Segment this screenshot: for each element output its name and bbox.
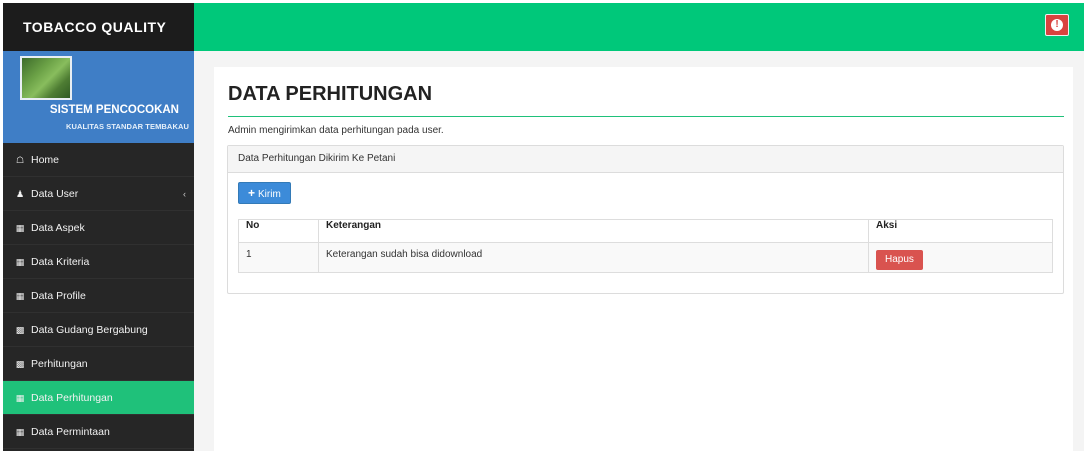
table-icon: ▦: [15, 257, 25, 267]
top-bar: !: [194, 3, 1084, 51]
sidebar-item-label: Data User: [31, 188, 79, 200]
page-title: DATA PERHITUNGAN: [228, 83, 433, 105]
data-panel: Data Perhitungan Dikirim Ke Petani + Kiri…: [227, 145, 1064, 294]
profile-panel: SISTEM PENCOCOKAN KUALITAS STANDAR TEMBA…: [3, 51, 194, 143]
sidebar-item-data-profile[interactable]: ▦ Data Profile: [3, 279, 194, 313]
exclamation-icon: !: [1051, 19, 1063, 31]
calculator-icon: ▩: [15, 359, 25, 369]
chevron-left-icon: ‹: [183, 189, 186, 199]
panel-heading: Data Perhitungan Dikirim Ke Petani: [228, 146, 1063, 173]
alert-button[interactable]: !: [1045, 14, 1069, 36]
sidebar-nav: ☖ Home ♟ Data User ‹ ▦ Data Aspek ▦ Data Kri…: [3, 143, 194, 449]
main-content: DATA PERHITUNGAN Admin mengirimkan data …: [214, 67, 1073, 451]
sidebar-item-perhitungan[interactable]: ▩ Perhitungan: [3, 347, 194, 381]
cell-keterangan: Keterangan sudah bisa didownload: [318, 242, 869, 273]
sidebar-item-label: Data Gudang Bergabung: [31, 324, 148, 336]
page-subtitle: Admin mengirimkan data perhitungan pada …: [228, 125, 444, 136]
cell-no: 1: [238, 242, 319, 273]
table-icon: ▦: [15, 427, 25, 437]
hapus-button[interactable]: Hapus: [876, 250, 923, 270]
cell-aksi: Hapus: [868, 242, 1053, 273]
table-row: 1 Keterangan sudah bisa didownload Hapus: [238, 242, 1053, 273]
brand-title: TOBACCO QUALITY: [3, 3, 194, 51]
sidebar-item-data-aspek[interactable]: ▦ Data Aspek: [3, 211, 194, 245]
sidebar-item-label: Data Perhitungan: [31, 392, 113, 404]
table-icon: ▦: [15, 393, 25, 403]
column-header-no: No: [238, 219, 319, 243]
user-icon: ♟: [15, 189, 25, 199]
sidebar-item-label: Data Aspek: [31, 222, 85, 234]
kirim-button[interactable]: + Kirim: [238, 182, 291, 204]
sidebar-item-label: Data Kriteria: [31, 256, 90, 268]
sidebar-item-home[interactable]: ☖ Home: [3, 143, 194, 177]
sidebar-item-label: Data Profile: [31, 290, 86, 302]
plus-icon: +: [248, 186, 256, 200]
sidebar-item-data-perhitungan[interactable]: ▦ Data Perhitungan: [3, 381, 194, 415]
profile-subtitle: KUALITAS STANDAR TEMBAKAU: [65, 122, 189, 131]
sidebar-item-data-kriteria[interactable]: ▦ Data Kriteria: [3, 245, 194, 279]
data-table: No Keterangan Aksi 1 Keterangan sudah bi…: [238, 219, 1053, 273]
calculator-icon: ▩: [15, 325, 25, 335]
sidebar-item-label: Home: [31, 154, 60, 166]
column-header-aksi: Aksi: [868, 219, 1053, 243]
app-window: TOBACCO QUALITY SISTEM PENCOCOKAN KUALIT…: [3, 3, 1084, 451]
title-divider: [228, 116, 1064, 117]
sidebar-item-data-user[interactable]: ♟ Data User ‹: [3, 177, 194, 211]
sidebar-item-label: Data Permintaan: [31, 426, 110, 438]
sidebar-item-data-gudang-bergabung[interactable]: ▩ Data Gudang Bergabung: [3, 313, 194, 347]
column-header-keterangan: Keterangan: [318, 219, 869, 243]
table-icon: ▦: [15, 291, 25, 301]
kirim-button-label: Kirim: [258, 189, 281, 200]
sidebar-item-label: Perhitungan: [31, 358, 88, 370]
table-header-row: No Keterangan Aksi: [238, 219, 1053, 243]
table-icon: ▦: [15, 223, 25, 233]
sidebar: TOBACCO QUALITY SISTEM PENCOCOKAN KUALIT…: [3, 3, 194, 451]
tobacco-leaf-image: [20, 56, 72, 100]
profile-title: SISTEM PENCOCOKAN: [49, 104, 179, 116]
home-icon: ☖: [15, 155, 25, 165]
sidebar-item-data-permintaan[interactable]: ▦ Data Permintaan: [3, 415, 194, 449]
